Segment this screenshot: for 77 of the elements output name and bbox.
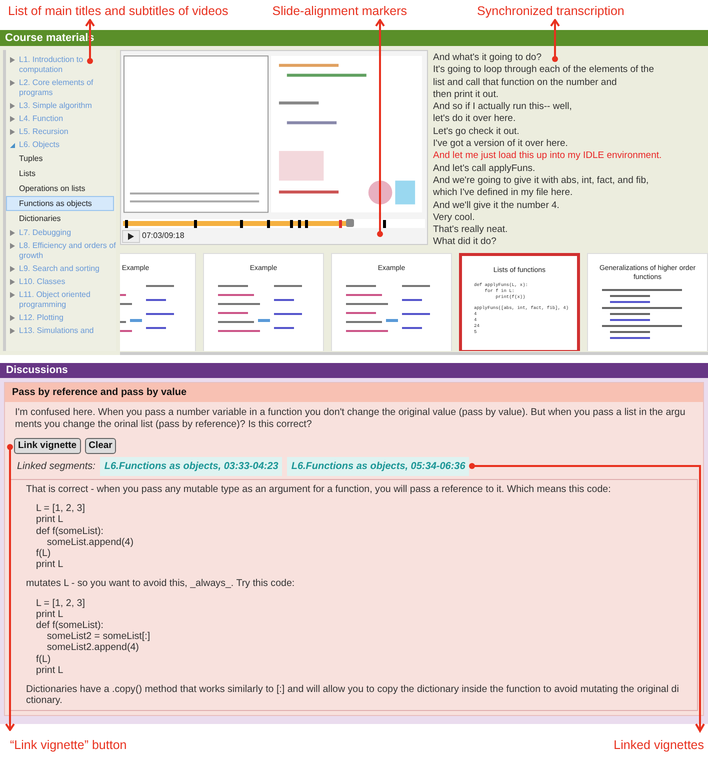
sidebar-subitem[interactable]: Functions as objects (6, 196, 114, 211)
collapsed-triangle-icon[interactable] (10, 292, 15, 298)
code-line: print L (36, 608, 64, 620)
transcript-line[interactable]: And let's call applyFuns. (433, 162, 662, 175)
slide-marker[interactable] (339, 220, 342, 228)
answer-text: That is correct - when you pass any mutable type as an argument for a function, you will pass a reference to it. Which means this code: (26, 484, 612, 496)
code-line: print L (36, 514, 64, 526)
clear-button[interactable]: Clear (84, 438, 116, 454)
transcript-line[interactable]: I've got a version of it over here. (433, 138, 662, 150)
code-line: def f(someList): (36, 620, 105, 632)
annotation-label: Synchronized transcription (477, 4, 624, 18)
code-line: f(L) (36, 654, 52, 665)
collapsed-triangle-icon[interactable] (10, 230, 15, 236)
code-line: someList2.append(4) (46, 642, 140, 654)
transcript-line[interactable]: And what's it going to do? (433, 52, 662, 64)
collapsed-triangle-icon[interactable] (10, 266, 15, 272)
answer-text: Dictionaries have a .copy() method that works similarly to [:] and will allow you to copy the dictionary inside the function to avoid mutating the original dictionary. (26, 684, 680, 706)
collapsed-triangle-icon[interactable] (10, 80, 15, 86)
transcript-line[interactable]: which I've defined in my file here. (433, 187, 662, 200)
play-button[interactable] (122, 230, 140, 243)
sidebar-subitem[interactable]: Tuples (6, 151, 114, 166)
annotation-arrow (550, 19, 560, 62)
collapsed-triangle-icon[interactable] (10, 328, 15, 334)
timeline-track[interactable] (123, 219, 425, 228)
transcript-line[interactable]: then print it out. (433, 88, 662, 102)
linked-segments-label: Linked segments: (17, 460, 96, 474)
transcript-line[interactable]: Very cool. (433, 212, 662, 224)
annotation-label: Slide-alignment markers (272, 4, 408, 18)
slide-marker[interactable] (298, 220, 302, 228)
slide-marker[interactable] (267, 220, 270, 228)
code-line: someList2 = someList[:] (46, 631, 152, 642)
playhead-handle[interactable] (346, 219, 354, 228)
transcript-line[interactable]: It's going to loop through each of the elements of the (433, 64, 662, 77)
transcript-line[interactable]: Let's go check it out. (433, 126, 662, 138)
transcript-line[interactable]: And so if I actually run this-- well, (433, 101, 662, 114)
play-icon (128, 232, 134, 240)
thread-title: Pass by reference and pass by value (5, 383, 703, 402)
collapsed-triangle-icon[interactable] (10, 128, 15, 134)
collapsed-triangle-icon[interactable] (10, 56, 15, 62)
collapsed-triangle-icon[interactable] (10, 242, 15, 248)
annotation-label: Linked vignettes (614, 738, 704, 752)
slide-marker[interactable] (290, 220, 293, 228)
slide-marker[interactable] (305, 220, 308, 228)
transcript-line[interactable]: That's really neat. (433, 224, 662, 236)
transcript-line[interactable]: What did it do? (433, 236, 662, 249)
annotation-label: List of main titles and subtitles of videos (8, 4, 228, 18)
sidebar-subitem[interactable]: Operations on lists (6, 181, 114, 196)
collapsed-triangle-icon[interactable] (10, 116, 15, 122)
sidebar-subitem[interactable]: Dictionaries (6, 211, 114, 226)
transcript-line[interactable]: And we're going to give it with abs, int, fact, and fib, (433, 174, 662, 188)
answer-text: mutates L - so you want to avoid this, _always_. Try this code: (26, 578, 296, 590)
sidebar-subitem[interactable]: Lists (6, 166, 114, 181)
transcript-line[interactable]: list and call that function on the number and (433, 76, 662, 89)
question-text: I'm confused here. When you pass a number variable in a function you don't change the original value (pass by value). But when you pass a list in the arguments you change the orinal list (pass by reference)? Is this correct? (14, 406, 686, 431)
collapsed-triangle-icon[interactable] (10, 102, 15, 108)
slide-marker[interactable] (240, 220, 243, 228)
video-player[interactable]: 07:03/09:18 (120, 50, 428, 245)
transcript-line[interactable]: let's do it over here. (433, 113, 662, 126)
transcript-line[interactable]: And let me just load this up into my IDLE environment. (433, 150, 662, 163)
slide-marker[interactable] (125, 220, 128, 228)
video-time: 07:03/09:18 (142, 230, 184, 242)
collapsed-triangle-icon[interactable] (10, 314, 15, 320)
section-header: Discussions (0, 363, 708, 378)
slide-marker[interactable] (382, 220, 386, 228)
transcript-line[interactable]: And we'll give it the number 4. (433, 200, 662, 212)
slide-marker[interactable] (194, 220, 198, 228)
code-line: L = [1, 2, 3] (36, 598, 86, 609)
code-line: L = [1, 2, 3] (36, 503, 86, 514)
code-line: print L (36, 559, 64, 570)
collapsed-triangle-icon[interactable] (10, 278, 15, 284)
link-vignette-button[interactable]: Link vignette (14, 438, 81, 454)
annotation-label: “Link vignette” button (10, 738, 127, 752)
code-line: print L (36, 664, 64, 676)
code-line: f(L) (36, 548, 52, 560)
code-line: someList.append(4) (46, 536, 134, 548)
code-line: def f(someList): (36, 526, 105, 537)
expanded-triangle-icon[interactable] (10, 142, 15, 148)
